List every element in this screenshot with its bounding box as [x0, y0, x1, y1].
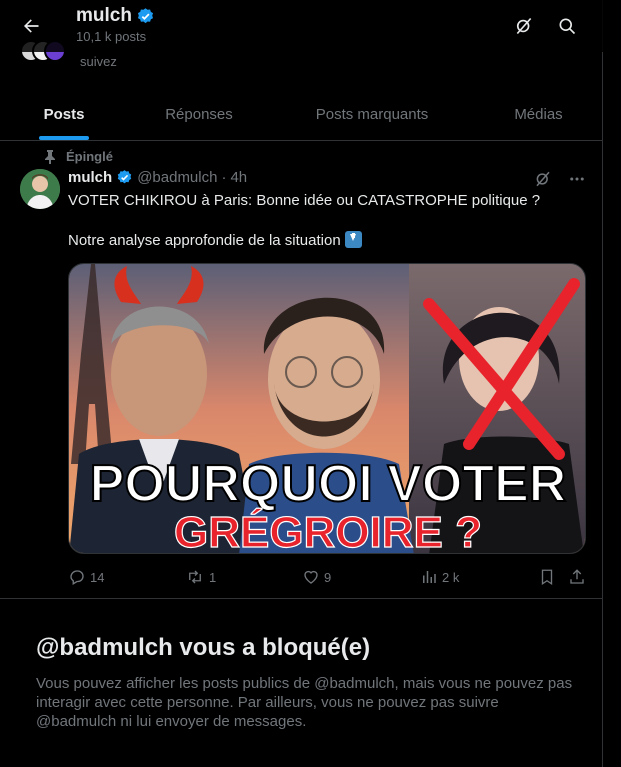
- views-chart-icon: [423, 571, 436, 583]
- more-options-button[interactable]: [565, 167, 589, 191]
- separator: ·: [221, 169, 227, 186]
- post-text-line: Notre analyse approfondie de la situatio…: [68, 232, 341, 249]
- grok-icon: [516, 17, 532, 35]
- profile-name: mulch: [76, 5, 132, 26]
- pin-icon: [45, 149, 55, 164]
- verified-badge-icon: [117, 170, 132, 184]
- post-text: VOTER CHIKIROU à Paris: Bonne idée ou CA…: [68, 191, 583, 271]
- more-horizontal-icon: [570, 177, 584, 181]
- profile-tabs: Posts Réponses Posts marquants Médias: [0, 88, 603, 141]
- bookmark-icon: [541, 569, 553, 586]
- engagement-bar: 14 1 9 2 k: [68, 566, 588, 588]
- pinned-indicator: Épinglé: [44, 149, 113, 164]
- profile-column: suivez mulch 10,1 k posts Posts Réponses…: [0, 0, 603, 767]
- arrow-left-icon: [24, 19, 39, 33]
- tab-label: Réponses: [165, 105, 233, 123]
- tab-posts[interactable]: Posts: [0, 88, 128, 140]
- author-handle[interactable]: @badmulch: [137, 169, 217, 186]
- tab-replies[interactable]: Réponses: [128, 88, 270, 140]
- thumbnail-caption-line1: POURQUOI VOTER: [90, 455, 567, 513]
- tab-highlights[interactable]: Posts marquants: [270, 88, 474, 140]
- search-icon: [559, 18, 576, 35]
- tab-media[interactable]: Médias: [474, 88, 603, 140]
- like-count: 9: [324, 569, 332, 585]
- heart-icon: [304, 570, 318, 584]
- avatar-image: [20, 169, 60, 209]
- views-button[interactable]: 2 k: [420, 568, 459, 586]
- right-gutter: [604, 0, 621, 767]
- profile-title: mulch 10,1 k posts: [76, 5, 155, 44]
- post-image[interactable]: POURQUOI VOTER GRÉGROIRE ?: [68, 263, 586, 554]
- post-time[interactable]: 4h: [230, 169, 247, 186]
- down-arrow-emoji-icon: [344, 231, 362, 248]
- view-count: 2 k: [442, 569, 460, 585]
- grok-icon: [536, 171, 550, 187]
- profile-header: mulch 10,1 k posts: [0, 0, 603, 52]
- thumbnail-illustration: POURQUOI VOTER GRÉGROIRE ?: [69, 264, 585, 554]
- share-button[interactable]: [568, 568, 586, 586]
- like-button[interactable]: 9: [302, 568, 331, 586]
- tab-label: Médias: [514, 105, 563, 123]
- post-text-line-2: Notre analyse approfondie de la situatio…: [68, 231, 583, 251]
- repost-button[interactable]: 1: [185, 568, 216, 586]
- bookmark-button[interactable]: [538, 568, 556, 586]
- posts-count: 10,1 k posts: [76, 29, 147, 44]
- post-text-line: VOTER CHIKIROU à Paris: Bonne idée ou CA…: [68, 192, 541, 209]
- share-icon: [570, 569, 584, 584]
- pinned-label: Épinglé: [66, 149, 113, 164]
- followers-you-know-text: suivez: [80, 54, 117, 69]
- blocked-title: @badmulch vous a bloqué(e): [36, 634, 371, 661]
- post-top-actions: [531, 167, 589, 191]
- blocked-notice: @badmulch vous a bloqué(e) Vous pouvez a…: [36, 632, 576, 731]
- active-tab-indicator: [39, 136, 89, 140]
- author-avatar[interactable]: [20, 169, 60, 209]
- post-header: mulch @badmulch · 4h: [68, 169, 247, 186]
- grok-button[interactable]: [507, 9, 541, 43]
- author-name[interactable]: mulch: [68, 169, 112, 186]
- back-button[interactable]: [14, 9, 48, 43]
- repost-count: 1: [209, 569, 217, 585]
- tab-label: Posts: [43, 105, 85, 123]
- search-button[interactable]: [550, 9, 584, 43]
- blocked-message: Vous pouvez afficher les posts publics d…: [36, 675, 573, 730]
- pinned-post[interactable]: Épinglé mulch @badmulch · 4h VOTER CHIKI…: [0, 141, 603, 599]
- grok-post-button[interactable]: [531, 167, 555, 191]
- thumbnail-caption-line2: GRÉGROIRE ?: [174, 507, 482, 554]
- reply-count: 14: [90, 569, 105, 585]
- reply-button[interactable]: 14: [68, 568, 104, 586]
- verified-badge-icon: [137, 7, 153, 23]
- repost-icon: [189, 570, 201, 584]
- tab-label: Posts marquants: [315, 105, 429, 123]
- reply-icon: [70, 570, 84, 585]
